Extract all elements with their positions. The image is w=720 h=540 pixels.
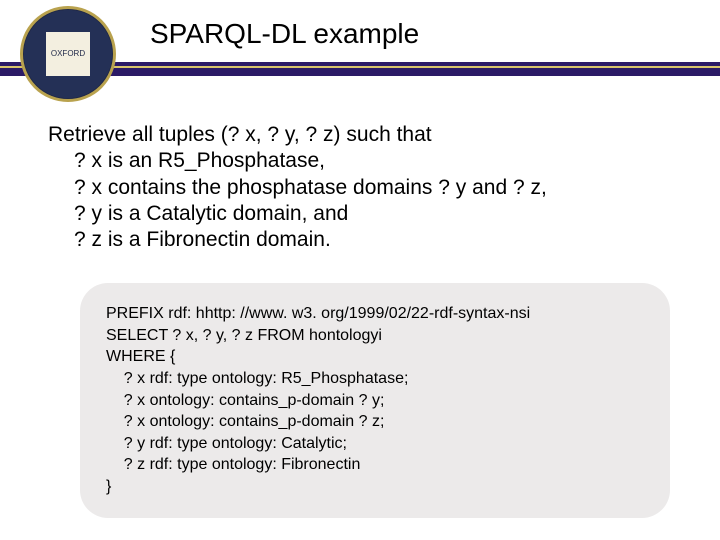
slide-content: Retrieve all tuples (? x, ? y, ? z) such… [48, 122, 680, 518]
slide-title: SPARQL-DL example [150, 18, 419, 50]
desc-line-1: ? x is an R5_Phosphatase, [48, 148, 680, 174]
code-line-2: WHERE { [106, 346, 644, 368]
code-line-5: ? x ontology: contains_p-domain ? z; [106, 411, 644, 433]
code-line-8: } [106, 476, 644, 498]
university-crest: OXFORD [20, 6, 116, 102]
code-block: PREFIX rdf: hhttp: //www. w3. org/1999/0… [80, 283, 670, 517]
desc-line-0: Retrieve all tuples (? x, ? y, ? z) such… [48, 123, 432, 146]
desc-line-4: ? z is a Fibronectin domain. [48, 227, 680, 253]
code-line-7: ? z rdf: type ontology: Fibronectin [106, 454, 644, 476]
code-line-4: ? x ontology: contains_p-domain ? y; [106, 390, 644, 412]
code-line-3: ? x rdf: type ontology: R5_Phosphatase; [106, 368, 644, 390]
crest-text: OXFORD [51, 50, 85, 59]
desc-line-3: ? y is a Catalytic domain, and [48, 201, 680, 227]
code-line-0: PREFIX rdf: hhttp: //www. w3. org/1999/0… [106, 303, 644, 325]
description-text: Retrieve all tuples (? x, ? y, ? z) such… [48, 122, 680, 253]
desc-line-2: ? x contains the phosphatase domains ? y… [48, 175, 680, 201]
code-line-6: ? y rdf: type ontology: Catalytic; [106, 433, 644, 455]
code-line-1: SELECT ? x, ? y, ? z FROM hontologyi [106, 325, 644, 347]
